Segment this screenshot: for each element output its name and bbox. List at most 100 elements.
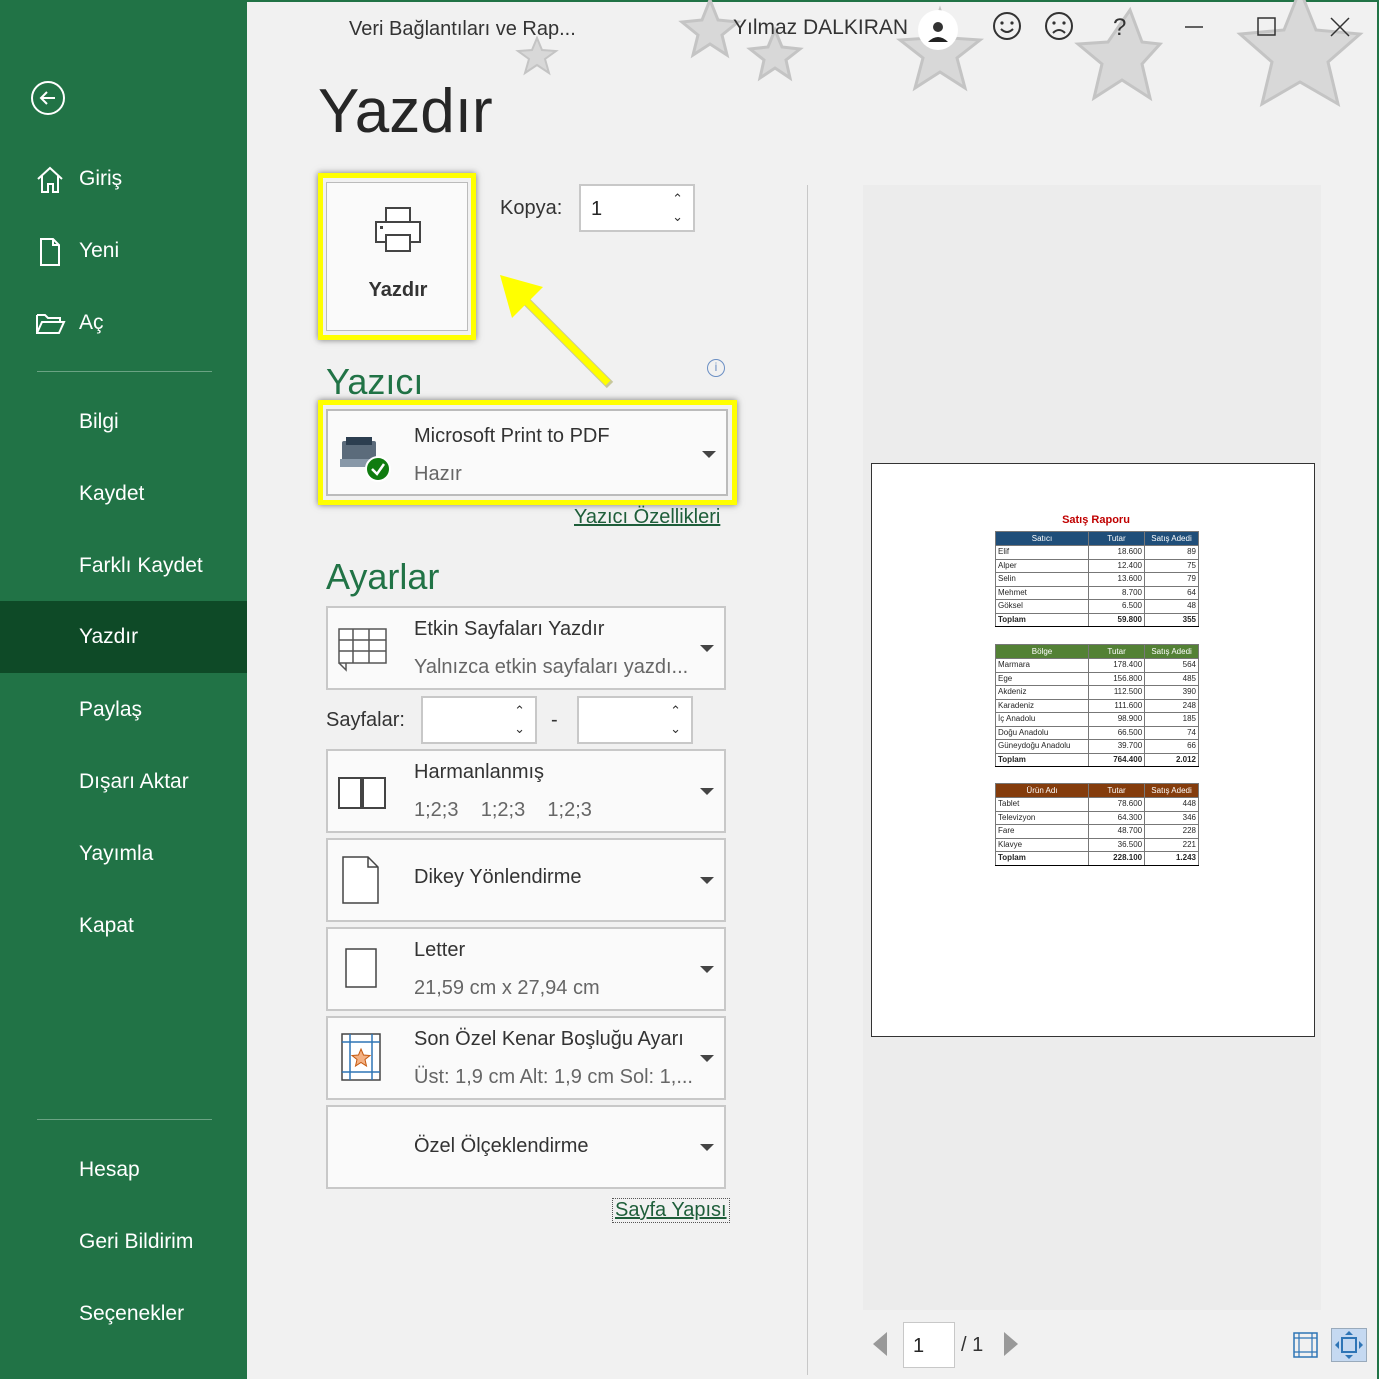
- help-icon[interactable]: ?: [1113, 14, 1126, 42]
- sidebar-item-new[interactable]: Yeni: [0, 215, 247, 287]
- home-icon: [34, 165, 66, 195]
- sidebar-item-print[interactable]: Yazdır: [0, 601, 247, 673]
- maximize-icon[interactable]: [1256, 10, 1278, 47]
- sheet-grid-icon: [336, 626, 390, 677]
- preview-table-cell: 248: [1144, 698, 1199, 713]
- sidebar-item-feedback[interactable]: Geri Bildirim: [0, 1206, 247, 1278]
- preview-table-row: Marmara 178.400 564: [994, 658, 1199, 673]
- preview-table-row: Elif 18.600 89: [995, 545, 1200, 560]
- sidebar-item-account[interactable]: Hesap: [0, 1134, 247, 1206]
- preview-table-cell: Güneydoğu Anadolu: [994, 739, 1090, 754]
- next-page-icon[interactable]: [1004, 1332, 1018, 1356]
- sidebar-item-share[interactable]: Paylaş: [0, 674, 247, 746]
- collation-subtitle: 1;2;3 1;2;3 1;2;3: [414, 799, 592, 821]
- printer-ready-icon: [336, 433, 392, 488]
- sidebar-item-home[interactable]: Giriş: [0, 143, 247, 215]
- printer-dropdown[interactable]: Microsoft Print to PDF Hazır: [326, 409, 728, 496]
- print-what-dropdown[interactable]: Etkin Sayfaları Yazdır Yalnızca etkin sa…: [326, 606, 726, 690]
- preview-table-row: Selin 13.600 79: [995, 572, 1200, 587]
- pages-to-stepper[interactable]: ⌃ ⌄: [577, 696, 693, 744]
- preview-table-header: Satış Adedi: [1144, 644, 1199, 659]
- minimize-icon[interactable]: [1183, 10, 1205, 47]
- preview-table-total-row: Toplam 59.800 355: [995, 612, 1200, 627]
- paper-size-subtitle: 21,59 cm x 27,94 cm: [414, 977, 600, 999]
- sidebar-item-save[interactable]: Kaydet: [0, 458, 247, 530]
- preview-table-cell: 12.400: [1087, 558, 1145, 573]
- dropdown-arrow-icon: [700, 1144, 714, 1151]
- close-icon[interactable]: [1329, 10, 1351, 47]
- pages-from-stepper[interactable]: ⌃ ⌄: [421, 696, 537, 744]
- sidebar-item-export[interactable]: Dışarı Aktar: [0, 746, 247, 818]
- preview-table-cell: 64.300: [1087, 810, 1146, 825]
- show-margins-icon[interactable]: [1292, 1331, 1320, 1364]
- sidebar-item-save-as[interactable]: Farklı Kaydet: [0, 530, 247, 602]
- previous-page-icon[interactable]: [873, 1332, 887, 1356]
- chevron-up-icon[interactable]: ⌃: [514, 704, 525, 717]
- preview-table-cell: 485: [1144, 671, 1199, 686]
- custom-margins-icon: [340, 1032, 384, 1089]
- preview-table-cell: 75: [1143, 558, 1200, 573]
- preview-table-cell: Fare: [995, 824, 1089, 839]
- panel-divider: [807, 185, 808, 1375]
- preview-table-total-row: Toplam 228.100 1.243: [995, 851, 1199, 866]
- preview-table-cell: 448: [1144, 797, 1199, 812]
- printer-section-title: Yazıcı: [326, 361, 424, 402]
- sidebar-item-options[interactable]: Seçenekler: [0, 1278, 247, 1350]
- preview-table-row: Fare 48.700 228: [995, 824, 1199, 839]
- printer-properties-link[interactable]: Yazıcı Özellikleri: [574, 506, 720, 529]
- sidebar-item-label: Bilgi: [79, 410, 119, 433]
- preview-table-cell: Selin: [995, 572, 1089, 587]
- sidebar-item-publish[interactable]: Yayımla: [0, 818, 247, 890]
- print-what-title: Etkin Sayfaları Yazdır: [414, 618, 605, 640]
- orientation-dropdown[interactable]: Dikey Yönlendirme: [326, 838, 726, 922]
- info-icon[interactable]: i: [707, 359, 725, 377]
- user-name[interactable]: Yılmaz DALKIRAN: [733, 16, 908, 40]
- chevron-down-icon[interactable]: ⌄: [672, 210, 683, 223]
- dropdown-arrow-icon: [700, 645, 714, 652]
- page-setup-link[interactable]: Sayfa Yapısı: [612, 1198, 730, 1223]
- preview-table-cell: 79: [1143, 572, 1200, 587]
- collation-dropdown[interactable]: Harmanlanmış 1;2;3 1;2;3 1;2;3: [326, 749, 726, 833]
- preview-table-cell: Toplam: [994, 752, 1090, 767]
- margins-dropdown[interactable]: Son Özel Kenar Boşluğu Ayarı Üst: 1,9 cm…: [326, 1016, 726, 1100]
- preview-table-cell: 1.243: [1144, 851, 1199, 866]
- preview-table-cell: Tablet: [995, 797, 1089, 812]
- printer-icon: [373, 205, 423, 260]
- paper-size-dropdown[interactable]: Letter 21,59 cm x 27,94 cm: [326, 927, 726, 1011]
- preview-table-cell: 112.500: [1088, 685, 1146, 700]
- sidebar-item-close[interactable]: Kapat: [0, 890, 247, 962]
- preview-table-cell: Elif: [995, 545, 1089, 560]
- avatar[interactable]: [918, 10, 958, 50]
- preview-table-cell: Klavye: [995, 837, 1089, 852]
- chevron-down-icon[interactable]: ⌄: [670, 722, 681, 735]
- dropdown-arrow-icon: [700, 877, 714, 884]
- margins-title: Son Özel Kenar Boşluğu Ayarı: [414, 1028, 684, 1050]
- sidebar-item-label: Yayımla: [79, 842, 154, 865]
- scaling-dropdown[interactable]: Özel Ölçeklendirme: [326, 1105, 726, 1189]
- preview-table-cell: Televizyon: [995, 810, 1089, 825]
- chevron-up-icon[interactable]: ⌃: [672, 192, 683, 205]
- sidebar-item-info[interactable]: Bilgi: [0, 386, 247, 458]
- sidebar-item-open[interactable]: Aç: [0, 287, 247, 359]
- preview-table-cell: 66: [1144, 739, 1199, 754]
- copies-stepper[interactable]: 1 ⌃ ⌄: [579, 184, 695, 232]
- back-icon[interactable]: [31, 81, 65, 115]
- chevron-down-icon[interactable]: ⌄: [514, 722, 525, 735]
- decorative-star: [515, 36, 559, 76]
- preview-table-cell: 346: [1144, 810, 1199, 825]
- zoom-to-page-icon[interactable]: [1331, 1328, 1367, 1362]
- frown-icon[interactable]: [1043, 10, 1075, 49]
- preview-table-cell: 36.500: [1087, 837, 1146, 852]
- print-what-subtitle: Yalnızca etkin sayfaları yazdı...: [414, 656, 689, 678]
- preview-table-header: Tutar: [1087, 783, 1146, 798]
- preview-table-cell: Karadeniz: [994, 698, 1090, 713]
- sidebar-item-label: Giriş: [79, 167, 123, 190]
- print-button[interactable]: Yazdır: [326, 182, 468, 331]
- smile-icon[interactable]: [991, 10, 1023, 49]
- preview-table-cell: 78.600: [1087, 797, 1146, 812]
- dropdown-arrow-icon: [702, 451, 716, 458]
- sidebar-item-label: Dışarı Aktar: [79, 770, 189, 793]
- page-number-input[interactable]: 1: [903, 1322, 955, 1368]
- chevron-up-icon[interactable]: ⌃: [670, 704, 681, 717]
- preview-table-cell: 48.700: [1087, 824, 1146, 839]
